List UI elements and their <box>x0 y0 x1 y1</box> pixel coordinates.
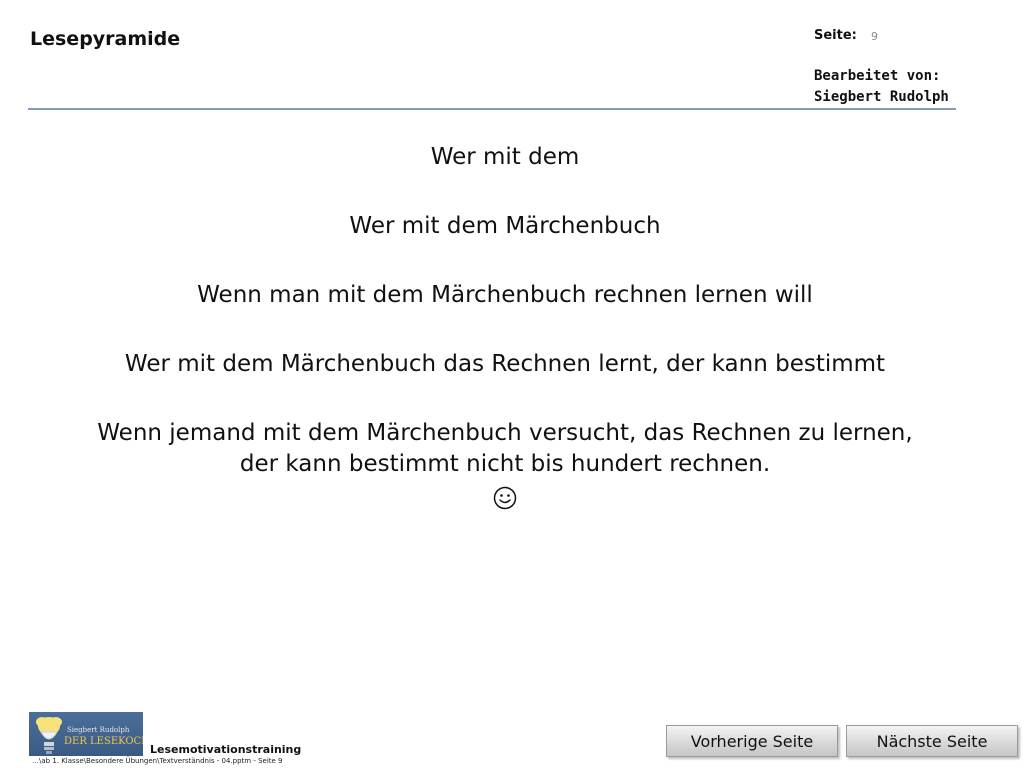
pyramid-line-5: Wenn jemand mit dem Märchenbuch versucht… <box>97 420 913 446</box>
header-divider <box>28 108 956 110</box>
page-title: Lesepyramide <box>30 28 181 50</box>
next-page-button[interactable]: Nächste Seite <box>846 725 1018 757</box>
pyramid-line-3: Wenn man mit dem Märchenbuch rechnen ler… <box>197 282 813 308</box>
chef-lightbulb-icon <box>36 717 62 754</box>
reading-pyramid: Wer mit dem Wer mit dem Märchenbuch Wenn… <box>0 142 1010 510</box>
pyramid-line-4: Wer mit dem Märchenbuch das Rechnen lern… <box>124 351 886 377</box>
pyramid-line-2: Wer mit dem Märchenbuch <box>349 213 661 239</box>
file-path: …\ab 1. Klasse\Besondere Übungen\Textver… <box>32 757 283 765</box>
lesekoch-logo: Siegbert Rudolph DER LESEKOCH <box>29 712 143 756</box>
logo-author-text: Siegbert Rudolph <box>67 726 130 734</box>
edited-by-block: Bearbeitet von: Siegbert Rudolph <box>814 66 949 108</box>
edited-by-name: Siegbert Rudolph <box>814 89 949 105</box>
edited-by-label: Bearbeitet von: <box>814 68 941 84</box>
pyramid-line-6: der kann bestimmt nicht bis hundert rech… <box>239 451 771 477</box>
logo-brand-text: DER LESEKOCH <box>64 736 143 747</box>
page-label: Seite: <box>814 28 857 43</box>
pyramid-line-1: Wer mit dem <box>430 144 580 170</box>
training-label: Lesemotivationstraining <box>150 743 302 756</box>
previous-page-button[interactable]: Vorherige Seite <box>666 725 838 757</box>
page-number: 9 <box>871 30 878 43</box>
smiley-face-icon <box>493 486 517 510</box>
